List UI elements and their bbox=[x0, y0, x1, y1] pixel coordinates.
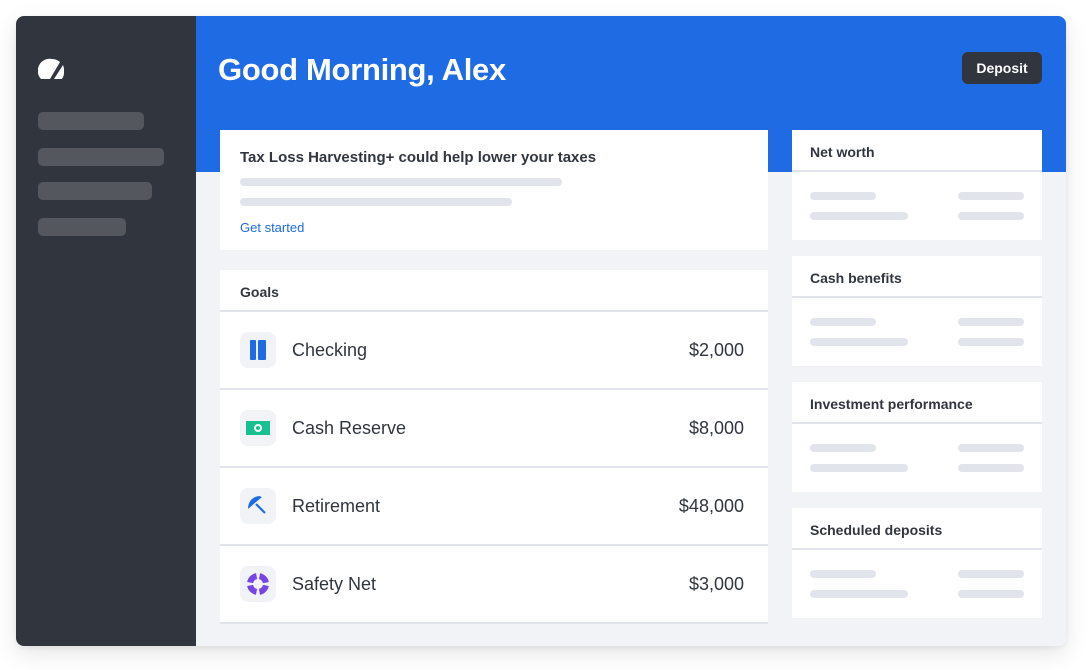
skeleton-line bbox=[240, 178, 562, 186]
promo-card: Tax Loss Harvesting+ could help lower yo… bbox=[220, 130, 768, 250]
skeleton-line bbox=[810, 464, 908, 472]
card-title: Scheduled deposits bbox=[792, 508, 1042, 550]
sidebar-item-placeholder[interactable] bbox=[38, 182, 152, 200]
net-worth-card[interactable]: Net worth bbox=[792, 130, 1042, 240]
skeleton-line bbox=[958, 570, 1024, 578]
goal-name: Safety Net bbox=[292, 573, 377, 594]
investment-performance-card[interactable]: Investment performance bbox=[792, 382, 1042, 492]
skeleton-line bbox=[810, 192, 876, 200]
goal-amount: $48,000 bbox=[678, 495, 744, 516]
skeleton-line bbox=[810, 590, 908, 598]
skeleton-line bbox=[958, 338, 1024, 346]
checking-card-icon bbox=[240, 332, 276, 368]
cash-benefits-card[interactable]: Cash benefits bbox=[792, 256, 1042, 366]
sidebar-item-placeholder[interactable] bbox=[38, 148, 164, 166]
skeleton-line bbox=[240, 198, 512, 206]
skeleton-line bbox=[810, 444, 876, 452]
goal-amount: $8,000 bbox=[688, 417, 744, 438]
goal-name: Retirement bbox=[292, 495, 381, 516]
goal-amount: $2,000 bbox=[688, 339, 744, 360]
goal-row-cash-reserve[interactable]: Cash Reserve $8,000 bbox=[220, 390, 768, 468]
deposit-button[interactable]: Deposit bbox=[962, 52, 1042, 84]
goals-title: Goals bbox=[220, 270, 768, 312]
logo-slash-circle-icon[interactable] bbox=[38, 58, 66, 82]
goal-amount: $3,000 bbox=[688, 573, 744, 594]
sidebar bbox=[16, 16, 196, 646]
card-title: Investment performance bbox=[792, 382, 1042, 424]
main-content: Good Morning, Alex Deposit Tax Loss Harv… bbox=[196, 16, 1066, 646]
get-started-link[interactable]: Get started bbox=[240, 220, 304, 235]
goal-name: Cash Reserve bbox=[292, 417, 407, 438]
card-title: Cash benefits bbox=[792, 256, 1042, 298]
skeleton-line bbox=[810, 338, 908, 346]
skeleton-line bbox=[958, 444, 1024, 452]
page-title: Good Morning, Alex bbox=[218, 52, 506, 87]
skeleton-line bbox=[958, 590, 1024, 598]
skeleton-line bbox=[958, 318, 1024, 326]
card-title: Net worth bbox=[792, 130, 1042, 172]
goal-row-safety-net[interactable]: Safety Net $3,000 bbox=[220, 546, 768, 624]
goal-row-retirement[interactable]: Retirement $48,000 bbox=[220, 468, 768, 546]
skeleton-line bbox=[810, 570, 876, 578]
life-ring-icon bbox=[240, 566, 276, 602]
goal-name: Checking bbox=[292, 339, 368, 360]
goals-card: Goals Checking $2,000 Cash Reserve $8,00… bbox=[220, 270, 768, 624]
sidebar-item-placeholder[interactable] bbox=[38, 218, 126, 236]
skeleton-line bbox=[958, 464, 1024, 472]
scheduled-deposits-card[interactable]: Scheduled deposits bbox=[792, 508, 1042, 618]
skeleton-line bbox=[810, 318, 876, 326]
skeleton-line bbox=[958, 212, 1024, 220]
cash-bill-icon bbox=[240, 410, 276, 446]
app-window: Good Morning, Alex Deposit Tax Loss Harv… bbox=[16, 16, 1066, 646]
goal-row-checking[interactable]: Checking $2,000 bbox=[220, 312, 768, 390]
sidebar-item-placeholder[interactable] bbox=[38, 112, 144, 130]
skeleton-line bbox=[958, 192, 1024, 200]
umbrella-icon bbox=[240, 488, 276, 524]
skeleton-line bbox=[810, 212, 908, 220]
promo-title: Tax Loss Harvesting+ could help lower yo… bbox=[240, 149, 597, 166]
